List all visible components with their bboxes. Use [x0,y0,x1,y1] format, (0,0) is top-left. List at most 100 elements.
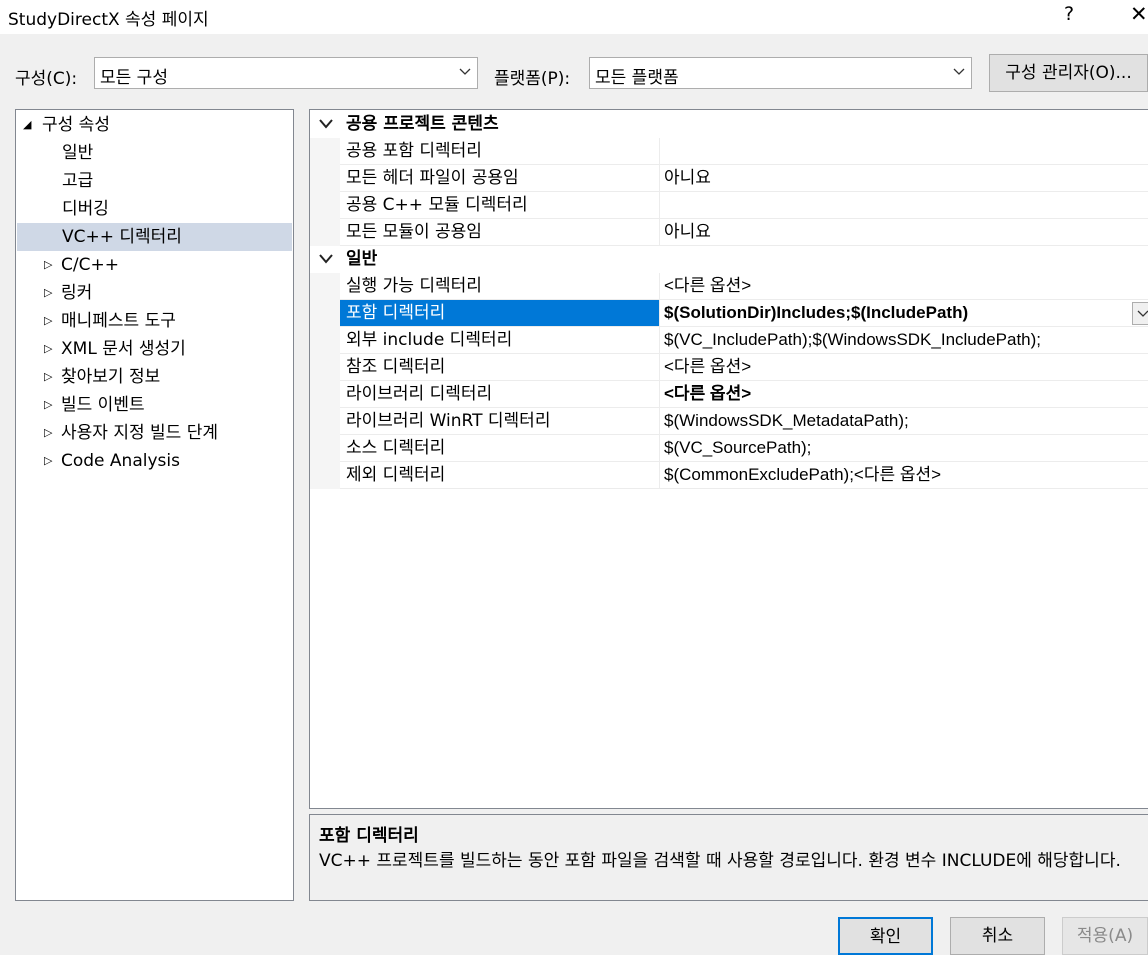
collapsed-arrow-icon[interactable]: ▷ [44,447,52,475]
config-label: 구성(C): [15,69,78,89]
tree-item[interactable]: ▷ 빌드 이벤트 [17,391,292,419]
collapsed-arrow-icon[interactable]: ▷ [44,307,52,335]
help-button[interactable]: ? [1064,3,1074,25]
close-button[interactable]: ✕ [1130,2,1148,26]
property-row[interactable]: 실행 가능 디렉터리 <다른 옵션> [310,273,1148,300]
tree-item-label: 구성 속성 [42,115,110,135]
category-row[interactable]: 공용 프로젝트 콘텐츠 [310,111,1148,138]
chevron-down-icon[interactable] [319,118,333,130]
tree-item-label: 고급 [62,171,94,191]
tree-item[interactable]: 디버깅 [17,195,292,223]
config-manager-button[interactable]: 구성 관리자(O)... [989,54,1148,92]
property-value[interactable] [659,138,1148,164]
row-gutter [310,192,340,219]
tree-item-label: 찾아보기 정보 [61,367,161,387]
category-name: 공용 프로젝트 콘텐츠 [346,114,499,134]
row-gutter [310,435,340,462]
property-row[interactable]: 포함 디렉터리 $(SolutionDir)Includes;$(IncludeP… [310,300,1148,327]
property-row[interactable]: 참조 디렉터리 <다른 옵션> [310,354,1148,381]
tree-item[interactable]: 일반 [17,139,292,167]
value-dropdown-button[interactable] [1132,302,1148,325]
collapsed-arrow-icon[interactable]: ▷ [44,419,52,447]
property-tree: ◢ 구성 속성 일반 고급 디버깅 VC++ 디렉터리 ▷ C/C++ ▷ 링커 ▷ 매니페스트 도구… [15,109,294,901]
config-value: 모든 구성 [100,68,168,88]
category-name: 일반 [346,249,378,269]
property-name: 공용 포함 디렉터리 [346,141,482,161]
collapsed-arrow-icon[interactable]: ▷ [44,363,52,391]
config-combo[interactable]: 모든 구성 [94,57,478,89]
tree-item[interactable]: ▷ C/C++ [17,251,292,279]
cancel-button[interactable]: 취소 [950,917,1045,955]
chevron-down-icon[interactable] [319,253,333,265]
category-row[interactable]: 일반 [310,246,1148,273]
property-value[interactable]: $(SolutionDir)Includes;$(IncludePath) [659,300,1148,326]
row-gutter [310,381,340,408]
collapsed-arrow-icon[interactable]: ▷ [44,251,52,279]
tree-item-label: C/C++ [61,255,119,275]
description-title: 포함 디렉터리 [319,826,419,846]
collapsed-arrow-icon[interactable]: ▷ [44,335,52,363]
property-row[interactable]: 공용 포함 디렉터리 [310,138,1148,165]
property-row[interactable]: 외부 include 디렉터리 $(VC_IncludePath);$(Windo… [310,327,1148,354]
tree-item-label: 빌드 이벤트 [61,395,145,415]
expanded-arrow-icon[interactable]: ◢ [23,111,31,139]
property-name: 제외 디렉터리 [346,465,446,485]
property-row[interactable]: 라이브러리 디렉터리 <다른 옵션> [310,381,1148,408]
property-row[interactable]: 모든 헤더 파일이 공용임 아니요 [310,165,1148,192]
property-value[interactable]: $(CommonExcludePath);<다른 옵션> [659,462,1148,488]
tree-item[interactable]: ▷ XML 문서 생성기 [17,335,292,363]
description-text: VC++ 프로젝트를 빌드하는 동안 포함 파일을 검색할 때 사용할 경로입니… [319,851,1121,871]
property-name: 참조 디렉터리 [346,357,446,377]
property-name: 외부 include 디렉터리 [346,330,513,350]
property-value[interactable]: $(WindowsSDK_MetadataPath); [659,408,1148,434]
tree-item[interactable]: VC++ 디렉터리 [17,223,292,251]
tree-item-label: 디버깅 [62,199,109,219]
apply-button[interactable]: 적용(A) [1062,917,1148,955]
property-value[interactable]: $(VC_SourcePath); [659,435,1148,461]
property-row[interactable]: 라이브러리 WinRT 디렉터리 $(WindowsSDK_MetadataPat… [310,408,1148,435]
property-row[interactable]: 소스 디렉터리 $(VC_SourcePath); [310,435,1148,462]
property-name: 라이브러리 WinRT 디렉터리 [346,411,551,431]
tree-item-label: Code Analysis [61,451,180,471]
property-value[interactable]: <다른 옵션> [659,354,1148,380]
collapsed-arrow-icon[interactable]: ▷ [44,279,52,307]
row-gutter [310,408,340,435]
ok-button[interactable]: 확인 [838,917,933,955]
tree-item[interactable]: ▷ 링커 [17,279,292,307]
property-value[interactable]: <다른 옵션> [659,273,1148,299]
property-value[interactable]: <다른 옵션> [659,381,1148,407]
platform-label: 플랫폼(P): [494,69,571,89]
title-bar: StudyDirectX 속성 페이지 ? ✕ [0,0,1148,34]
tree-item-label: 매니페스트 도구 [61,311,176,331]
property-value[interactable] [659,192,1148,218]
property-name: 공용 C++ 모듈 디렉터리 [346,195,528,215]
tree-item-label: 일반 [62,143,94,163]
property-value[interactable]: 아니요 [659,219,1148,245]
property-name: 모든 헤더 파일이 공용임 [346,168,519,188]
property-name: 모든 모듈이 공용임 [346,222,482,242]
collapsed-arrow-icon[interactable]: ▷ [44,391,52,419]
property-name: 라이브러리 디렉터리 [346,384,493,404]
tree-item[interactable]: ◢ 구성 속성 [17,111,292,139]
tree-item[interactable]: 고급 [17,167,292,195]
property-row[interactable]: 제외 디렉터리 $(CommonExcludePath);<다른 옵션> [310,462,1148,489]
property-grid: 공용 프로젝트 콘텐츠 공용 포함 디렉터리 모든 헤더 파일이 공용임 아니요 공용 … [309,109,1148,809]
tree-item[interactable]: ▷ 매니페스트 도구 [17,307,292,335]
tree-item[interactable]: ▷ 사용자 지정 빌드 단계 [17,419,292,447]
row-gutter [310,327,340,354]
property-value[interactable]: $(VC_IncludePath);$(WindowsSDK_IncludePa… [659,327,1148,353]
row-gutter [310,219,340,246]
property-row[interactable]: 공용 C++ 모듈 디렉터리 [310,192,1148,219]
platform-combo[interactable]: 모든 플랫폼 [589,57,972,89]
row-gutter [310,354,340,381]
property-name: 소스 디렉터리 [346,438,446,458]
chevron-down-icon [953,68,965,75]
row-gutter [310,165,340,192]
tree-item-label: VC++ 디렉터리 [62,227,182,247]
tree-item[interactable]: ▷ 찾아보기 정보 [17,363,292,391]
row-gutter [310,462,340,489]
tree-item[interactable]: ▷ Code Analysis [17,447,292,475]
row-gutter [310,300,340,327]
property-value[interactable]: 아니요 [659,165,1148,191]
property-row[interactable]: 모든 모듈이 공용임 아니요 [310,219,1148,246]
